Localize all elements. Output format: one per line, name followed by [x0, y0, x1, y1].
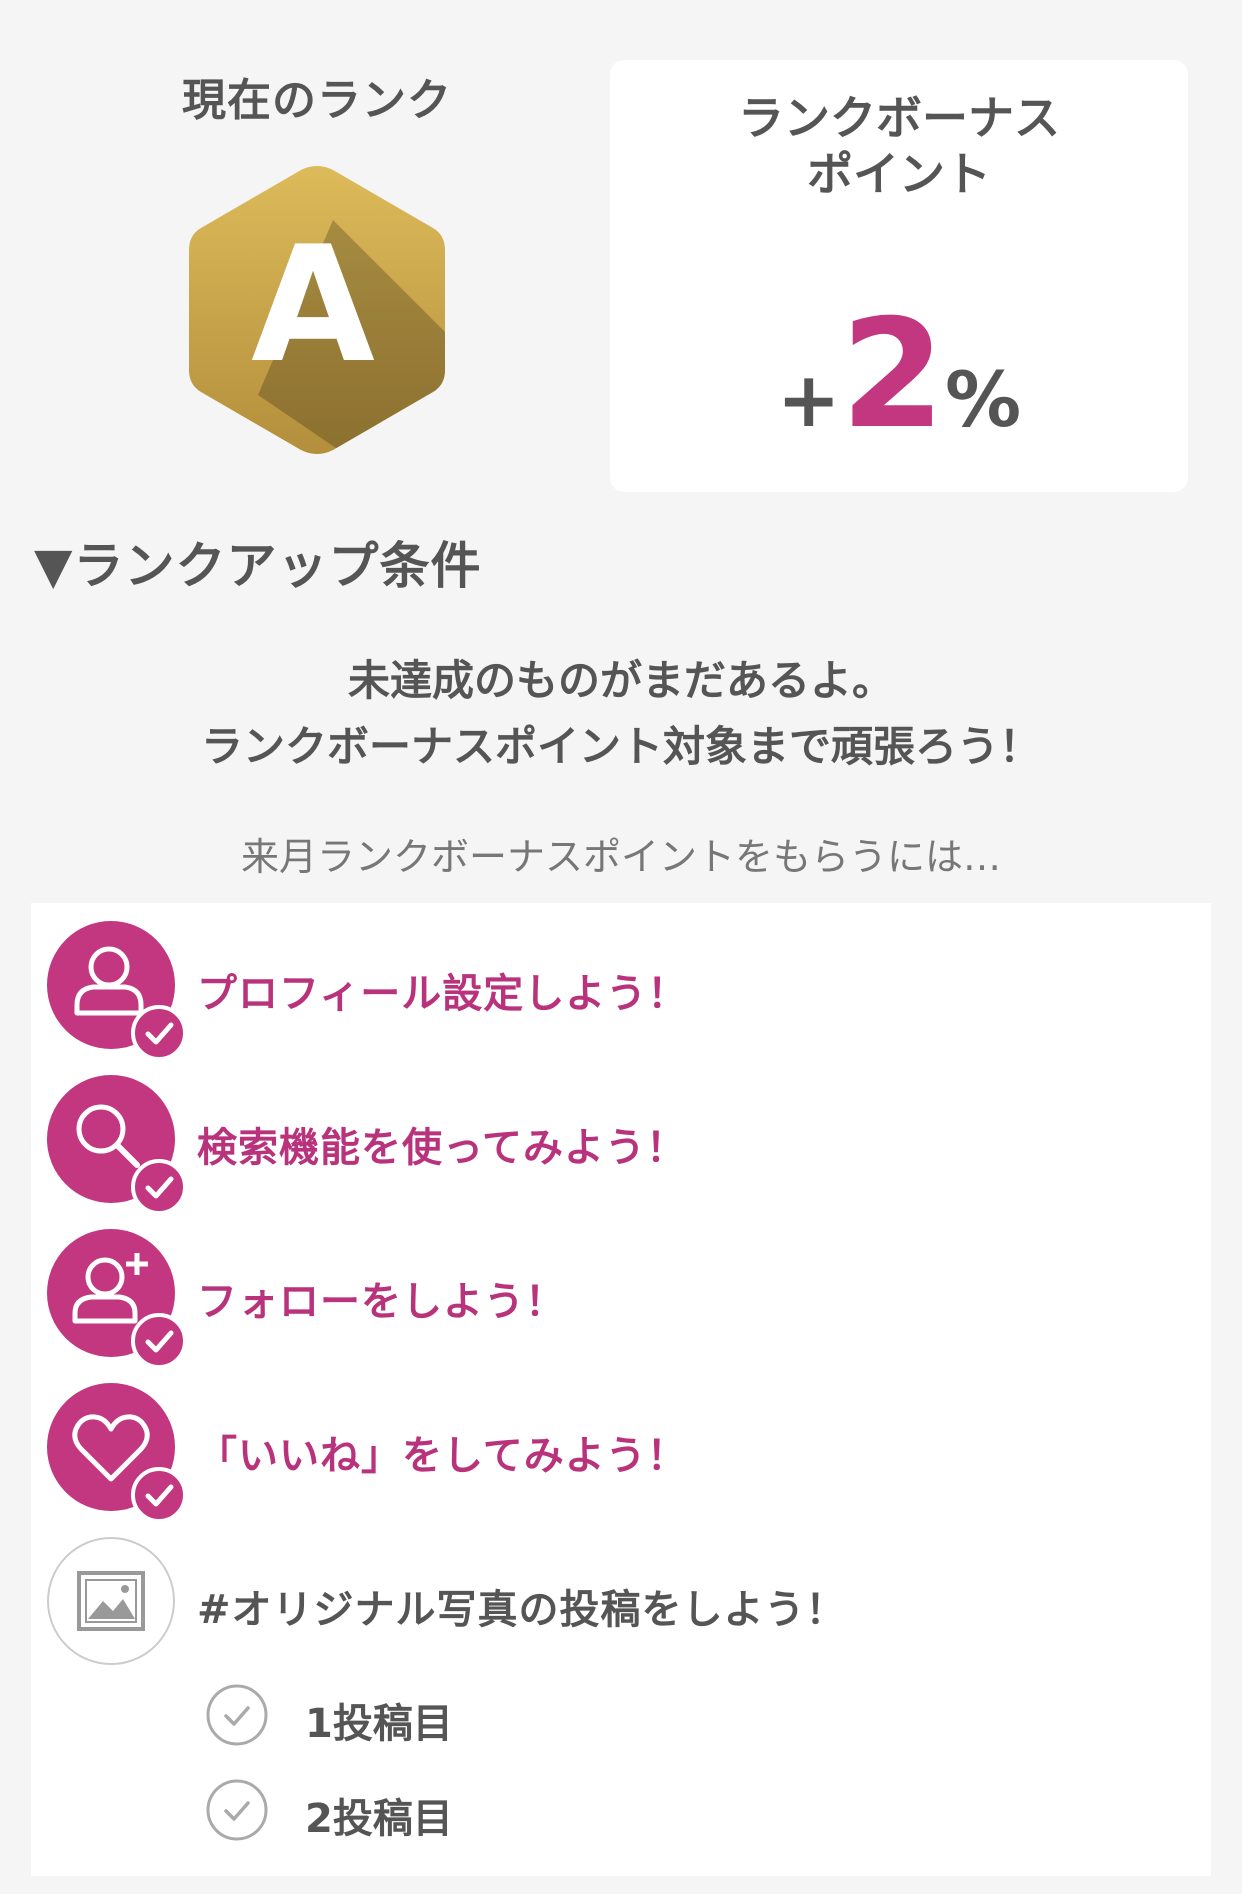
condition-label: プロフィール設定しよう！ — [197, 971, 689, 1017]
check-icon — [131, 1159, 187, 1215]
bonus-points-title: ランクボーナス ポイント — [610, 90, 1188, 202]
post-step-2: 2投稿目 — [205, 1778, 805, 1858]
bonus-number: 2 — [840, 288, 945, 462]
condition-item-original-photo[interactable]: #オリジナル写真の投稿をしよう！ — [47, 1537, 1197, 1677]
condition-item-follow[interactable]: フォローをしよう！ — [47, 1229, 1197, 1369]
condition-item-profile[interactable]: プロフィール設定しよう！ — [47, 921, 1197, 1061]
message-line1: 未達成のものがまだあるよ。 — [347, 656, 894, 705]
bonus-requirement-subtext: 来月ランクボーナスポイントをもらうには… — [240, 835, 1001, 879]
conditions-list: プロフィール設定しよう！ 検索機能を使ってみよう！ フォローをしよう！ 「いいね… — [31, 903, 1211, 1876]
condition-label: 「いいね」をしてみよう！ — [197, 1433, 688, 1479]
image-icon — [47, 1537, 175, 1665]
bonus-points-value: +2% — [610, 300, 1188, 450]
check-icon — [131, 1313, 187, 1369]
check-circle-icon — [205, 1683, 269, 1747]
bonus-title-line1: ランクボーナス — [738, 91, 1060, 145]
post-step-1: 1投稿目 — [205, 1683, 805, 1763]
rank-badge-icon: A — [183, 160, 451, 460]
check-icon — [131, 1467, 187, 1523]
message-line2: ランクボーナスポイント対象まで頑張ろう！ — [200, 722, 1041, 771]
condition-label: フォローをしよう！ — [197, 1279, 566, 1325]
bonus-plus-sign: + — [776, 355, 841, 444]
check-circle-icon — [205, 1778, 269, 1842]
condition-item-search[interactable]: 検索機能を使ってみよう！ — [47, 1075, 1197, 1215]
condition-item-like[interactable]: 「いいね」をしてみよう！ — [47, 1383, 1197, 1523]
bonus-title-line2: ポイント — [807, 147, 991, 201]
condition-label: #オリジナル写真の投稿をしよう！ — [197, 1587, 847, 1633]
post-step-label: 1投稿目 — [305, 1701, 453, 1747]
current-rank-title: 現在のランク — [182, 75, 452, 126]
rank-up-conditions-heading: ▼ランクアップ条件 — [34, 537, 482, 595]
condition-label: 検索機能を使ってみよう！ — [197, 1125, 687, 1171]
encouragement-message: 未達成のものがまだあるよ。 ランクボーナスポイント対象まで頑張ろう！ — [0, 648, 1242, 780]
check-icon — [131, 1005, 187, 1061]
rank-letter: A — [251, 211, 375, 398]
bonus-points-card: ランクボーナス ポイント +2% — [610, 60, 1188, 492]
bonus-percent-sign: % — [944, 355, 1022, 444]
post-step-label: 2投稿目 — [305, 1796, 453, 1842]
